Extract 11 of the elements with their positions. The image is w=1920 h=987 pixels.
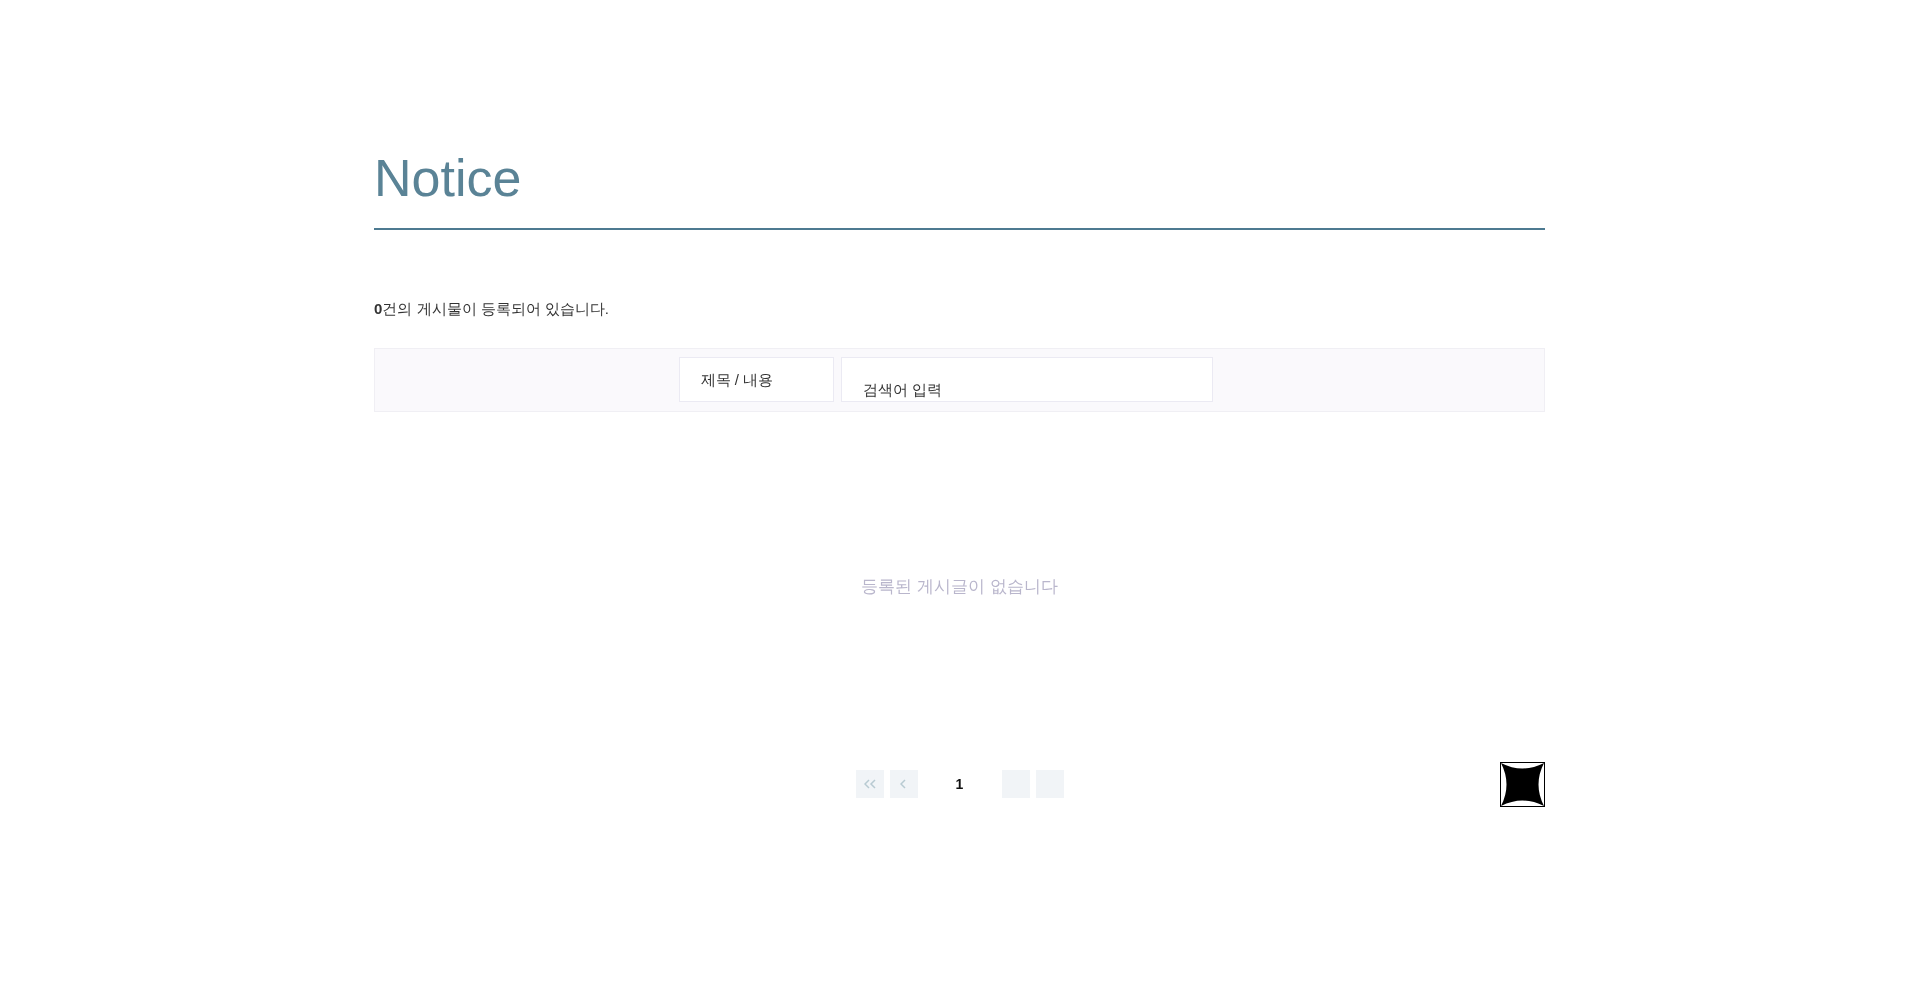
empty-message: 등록된 게시글이 없습니다 — [861, 575, 1058, 598]
double-chevron-left-icon — [863, 779, 876, 789]
logo-icon[interactable] — [1500, 761, 1545, 807]
page-number[interactable]: 1 — [941, 770, 978, 798]
first-page-button[interactable] — [855, 770, 884, 798]
previous-page-button[interactable] — [889, 770, 918, 798]
page-title: Notice — [374, 150, 522, 206]
category-select[interactable]: 제목 / 내용 — [678, 357, 834, 402]
post-count-text: 0건의 게시물이 등록되어 있습니다. — [374, 299, 609, 319]
chevron-left-icon — [900, 779, 907, 789]
search-field[interactable]: 검색어 입력 — [840, 357, 1213, 402]
